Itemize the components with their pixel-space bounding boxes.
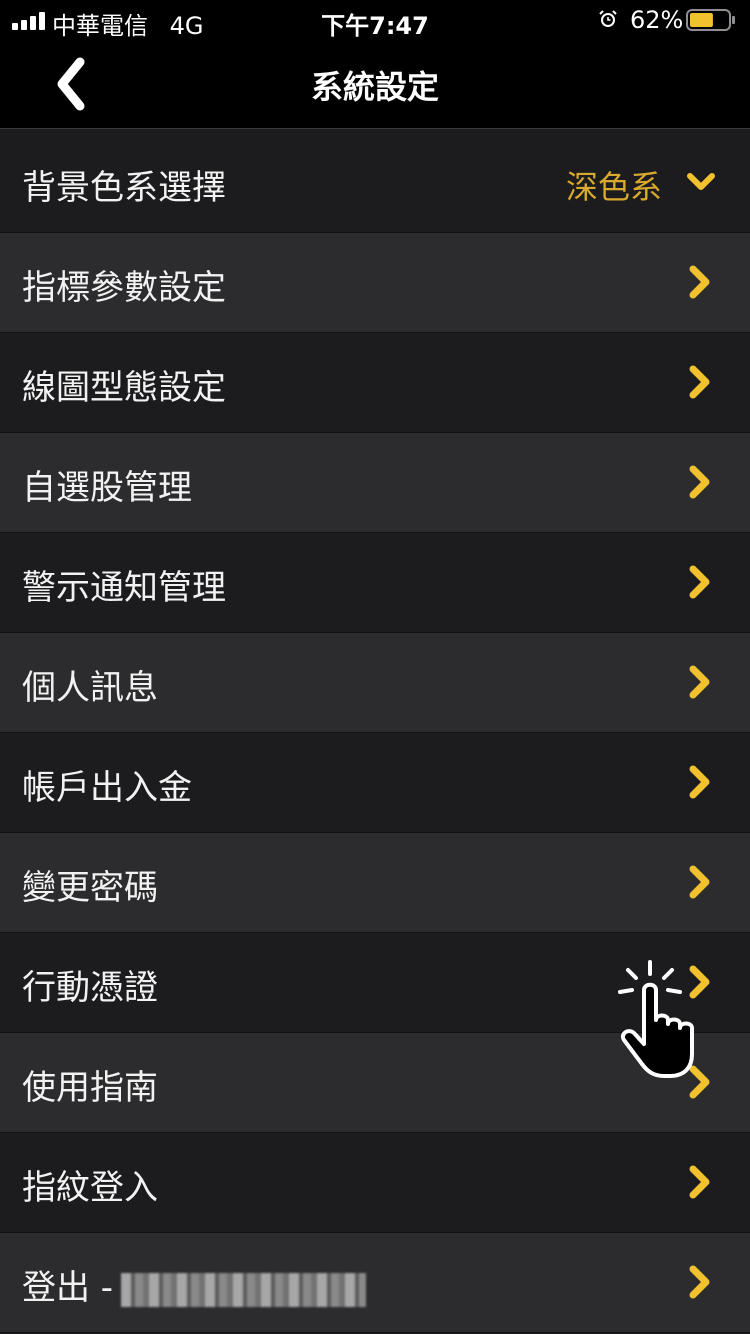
back-button[interactable] bbox=[40, 54, 100, 114]
setting-label: 指標參數設定 bbox=[22, 268, 226, 308]
setting-label: 警示通知管理 bbox=[22, 568, 226, 608]
background-color-value[interactable]: 深色系 bbox=[566, 162, 662, 208]
setting-label: 變更密碼 bbox=[22, 868, 158, 908]
chevron-right-icon bbox=[689, 265, 710, 299]
setting-background-color[interactable]: 背景色系選擇 深色系 bbox=[0, 133, 750, 233]
setting-account-deposit-withdraw[interactable]: 帳戶出入金 bbox=[0, 733, 750, 833]
chevron-right-icon bbox=[689, 1065, 710, 1099]
chevron-right-icon bbox=[689, 965, 710, 999]
setting-label: 個人訊息 bbox=[22, 668, 158, 708]
chevron-right-icon bbox=[689, 665, 710, 699]
chevron-right-icon bbox=[689, 365, 710, 399]
setting-label: 帳戶出入金 bbox=[22, 768, 192, 808]
settings-list: 背景色系選擇 深色系 指標參數設定 線圖型態設定 自選股管理 警示通知管理 個人… bbox=[0, 133, 750, 1333]
logout-label: 登出 - bbox=[22, 1260, 367, 1309]
setting-label: 行動憑證 bbox=[22, 968, 158, 1008]
page-title: 系統設定 bbox=[310, 68, 439, 106]
setting-label: 使用指南 bbox=[22, 1068, 158, 1108]
battery-percent: 62% bbox=[630, 6, 684, 34]
setting-logout[interactable]: 登出 - bbox=[0, 1233, 750, 1333]
chevron-right-icon bbox=[689, 865, 710, 899]
setting-label: 自選股管理 bbox=[22, 468, 192, 508]
chevron-right-icon bbox=[689, 465, 710, 499]
nav-bar: 系統設定 bbox=[0, 40, 750, 129]
chevron-right-icon bbox=[689, 1265, 710, 1299]
setting-mobile-certificate[interactable]: 行動憑證 bbox=[0, 933, 750, 1033]
setting-user-guide[interactable]: 使用指南 bbox=[0, 1033, 750, 1133]
setting-label: 指紋登入 bbox=[22, 1168, 158, 1208]
alarm-clock-icon bbox=[599, 10, 617, 27]
status-bar: 中華電信 4G 下午7:47 62% bbox=[0, 0, 750, 40]
setting-alert-notifications[interactable]: 警示通知管理 bbox=[0, 533, 750, 633]
chevron-right-icon bbox=[689, 565, 710, 599]
setting-indicator-params[interactable]: 指標參數設定 bbox=[0, 233, 750, 333]
chevron-right-icon bbox=[689, 765, 710, 799]
setting-change-password[interactable]: 變更密碼 bbox=[0, 833, 750, 933]
setting-chart-type[interactable]: 線圖型態設定 bbox=[0, 333, 750, 433]
logout-text: 登出 - bbox=[22, 1268, 114, 1308]
battery-icon bbox=[686, 9, 735, 31]
setting-fingerprint-login[interactable]: 指紋登入 bbox=[0, 1133, 750, 1233]
setting-personal-messages[interactable]: 個人訊息 bbox=[0, 633, 750, 733]
blurred-account-id bbox=[121, 1272, 367, 1307]
chevron-left-icon bbox=[57, 57, 85, 111]
setting-watchlist[interactable]: 自選股管理 bbox=[0, 433, 750, 533]
setting-label: 背景色系選擇 bbox=[22, 168, 226, 208]
setting-label: 線圖型態設定 bbox=[22, 368, 226, 408]
chevron-down-icon[interactable] bbox=[684, 165, 718, 199]
chevron-right-icon bbox=[689, 1165, 710, 1199]
